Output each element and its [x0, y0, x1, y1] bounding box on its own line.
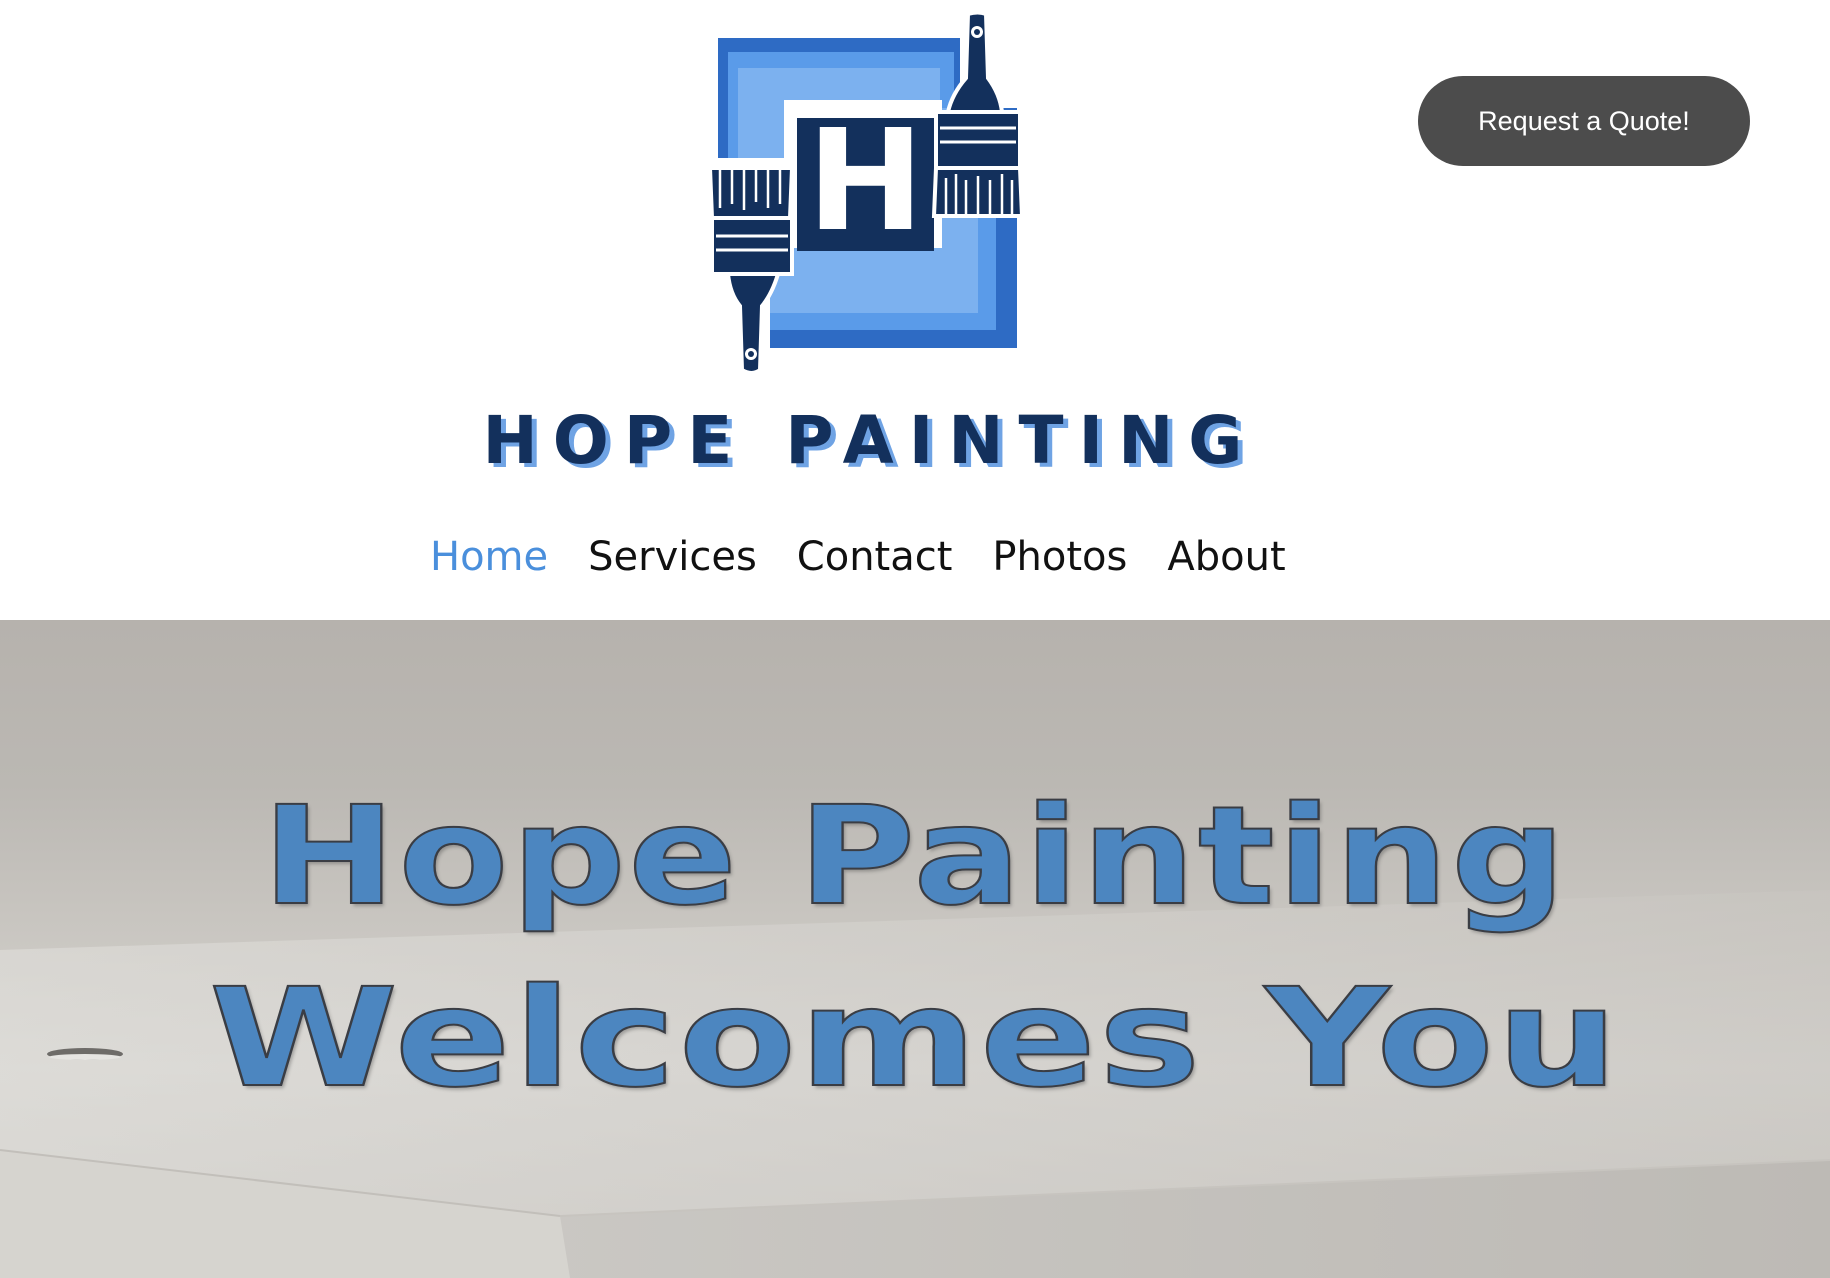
logo-letter: H [807, 100, 924, 263]
site-header: H HOPE PAINTING Request a Quote! Home Se… [0, 0, 1830, 620]
nav-item-services[interactable]: Services [588, 534, 757, 580]
hero-section: Hope Painting Welcomes You [0, 620, 1830, 1278]
hope-painting-logo-mark[interactable]: H [700, 8, 1030, 380]
nav-item-contact[interactable]: Contact [797, 534, 953, 580]
request-quote-button[interactable]: Request a Quote! [1418, 76, 1750, 166]
hero-headline-line-2: Welcomes You [208, 959, 1621, 1119]
nav-item-photos[interactable]: Photos [992, 534, 1127, 580]
nav-item-about[interactable]: About [1167, 534, 1285, 580]
nav-item-home[interactable]: Home [430, 534, 548, 580]
right-paint-brush-icon [931, 10, 1025, 218]
hero-headline-line-1: Hope Painting [261, 777, 1569, 937]
main-nav: Home Services Contact Photos About [430, 522, 1326, 592]
brand-name: HOPE PAINTING [482, 401, 1258, 479]
hero-background-image [0, 890, 1830, 1278]
